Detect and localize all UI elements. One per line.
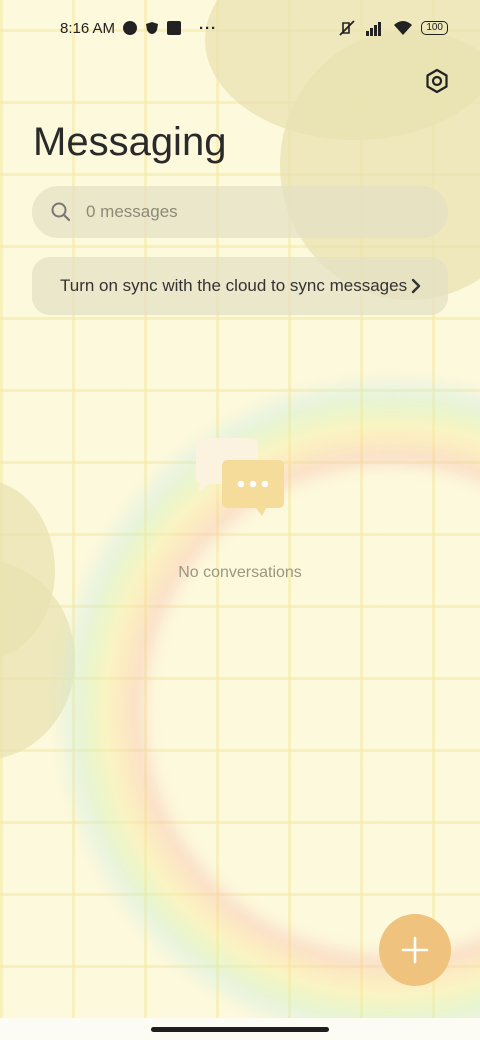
- mute-icon: [339, 20, 355, 36]
- more-dots-icon: ···: [199, 19, 218, 37]
- plus-icon: [401, 936, 429, 964]
- wifi-icon: [394, 21, 413, 35]
- status-bar: 8:16 AM ··· 100: [0, 0, 480, 56]
- status-left: 8:16 AM ···: [60, 20, 217, 37]
- chevron-right-icon: [411, 278, 421, 294]
- search-input[interactable]: [84, 201, 388, 223]
- signal-icon: [366, 22, 382, 36]
- new-conversation-button[interactable]: [379, 914, 451, 986]
- battery-icon: 100: [421, 21, 448, 35]
- sync-banner-text: Turn on sync with the cloud to sync mess…: [60, 276, 408, 295]
- shield-leaf-icon: [146, 22, 159, 34]
- settings-hex-icon: [426, 68, 448, 94]
- search-bar[interactable]: [32, 186, 448, 238]
- empty-state-text: No conversations: [178, 564, 302, 581]
- search-icon: [51, 202, 71, 222]
- status-time: 8:16 AM: [60, 19, 116, 37]
- page-title: Messaging: [33, 120, 227, 164]
- navigation-bar: [0, 1018, 480, 1040]
- square-app-icon: [167, 21, 182, 35]
- status-right: 100: [337, 19, 448, 37]
- app-circle-icon: [123, 21, 138, 35]
- sync-banner[interactable]: Turn on sync with the cloud to sync mess…: [32, 257, 448, 315]
- home-gesture-handle[interactable]: [151, 1027, 329, 1032]
- settings-button[interactable]: [420, 64, 454, 98]
- chat-bubbles-icon: [196, 438, 284, 516]
